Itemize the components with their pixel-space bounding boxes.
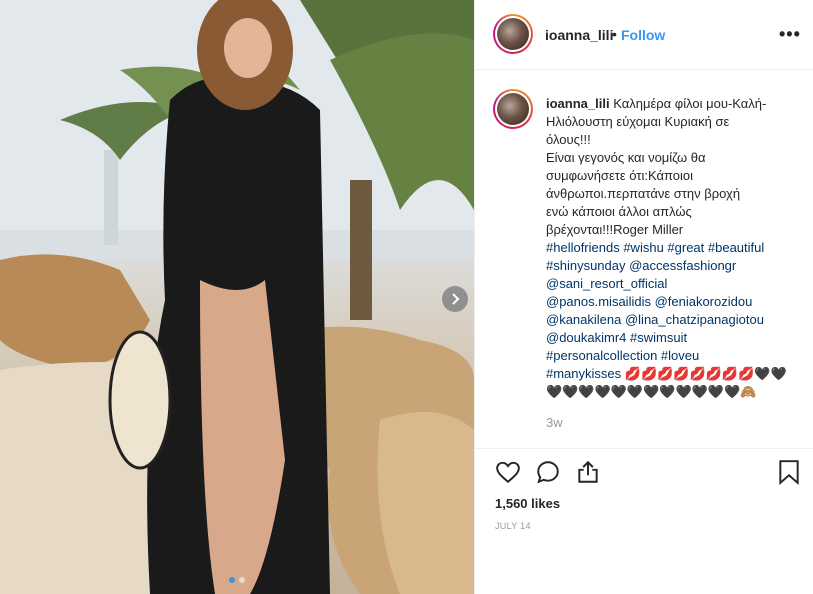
share-button[interactable] [575, 459, 603, 487]
heart-icon [496, 461, 520, 484]
caption-line: συμφωνήσετε ότι:Κάποιοι [546, 168, 694, 183]
avatar[interactable] [493, 14, 533, 54]
caption-line: #manykisses 💋💋💋💋💋💋💋💋🖤🖤 [546, 365, 796, 383]
caption-text: ioanna_lili Καλημέρα φίλοι μου-Καλή- Ηλι… [546, 95, 796, 401]
more-options-icon[interactable]: ••• [779, 24, 801, 45]
hashtag-line[interactable]: @kanakilena @lina_chatzipanagiotou [546, 311, 796, 329]
caption-line: ioanna_lili Καλημέρα φίλοι μου-Καλή- [546, 96, 767, 111]
follow-button[interactable]: Follow [621, 27, 665, 43]
hashtag-line[interactable]: #personalcollection #loveu [546, 347, 796, 365]
header-username[interactable]: ioanna_lili [545, 27, 613, 43]
carousel-dot [239, 577, 245, 583]
caption-section: ioanna_lili Καλημέρα φίλοι μου-Καλή- Ηλι… [475, 71, 813, 449]
hashtag-line[interactable]: #hellofriends #wishu #great #beautiful [546, 239, 796, 257]
hashtag-line[interactable]: #shinysunday @accessfashiongr [546, 257, 796, 275]
post-header: ioanna_lili • Follow ••• [475, 0, 813, 70]
hashtag-manykisses[interactable]: #manykisses [546, 366, 621, 381]
hashtag-line[interactable]: @panos.misailidis @feniakorozidou [546, 293, 796, 311]
caption-line: άνθρωποι.περπατάνε στην βροχή [546, 186, 741, 201]
comment-icon [537, 461, 559, 484]
post-photo[interactable] [0, 0, 474, 594]
comment-button[interactable] [535, 459, 563, 487]
caption-username[interactable]: ioanna_lili [546, 96, 610, 111]
post-date: JULY 14 [495, 521, 531, 531]
post-sidebar: ioanna_lili • Follow ••• ioanna_lili Καλ… [474, 0, 813, 594]
share-icon [578, 460, 598, 483]
carousel-dot-active [229, 577, 235, 583]
like-button[interactable] [495, 459, 523, 487]
emoji-line: 🖤🖤🖤🖤🖤🖤🖤🖤🖤🖤🖤🖤🙈 [546, 384, 757, 399]
bookmark-icon [779, 460, 799, 485]
separator-dot: • [612, 26, 617, 42]
likes-count[interactable]: 1,560 likes [495, 496, 560, 511]
action-bar [475, 459, 813, 491]
beach-photo-illustration [0, 0, 474, 594]
caption-line: Είναι γεγονός και νομίζω θα [546, 150, 706, 165]
chevron-right-icon [452, 293, 460, 305]
save-button[interactable] [777, 459, 805, 487]
caption-line: βρέχονται!!!Roger Miller [546, 222, 684, 237]
caption-line: όλους!!! [546, 132, 591, 147]
caption-avatar[interactable] [493, 89, 533, 129]
hashtag-line[interactable]: @doukakimr4 #swimsuit [546, 329, 796, 347]
caption-line: Ηλιόλουστη εύχομαι Κυριακή σε [546, 114, 730, 129]
carousel-indicator [229, 577, 245, 583]
hashtag-line[interactable]: @sani_resort_official [546, 275, 796, 293]
next-photo-button[interactable] [442, 286, 468, 312]
comment-timestamp: 3w [546, 415, 563, 430]
emoji-line: 💋💋💋💋💋💋💋💋🖤🖤 [624, 366, 787, 381]
caption-line: ενώ κάποιοι άλλοι απλώς [546, 204, 692, 219]
